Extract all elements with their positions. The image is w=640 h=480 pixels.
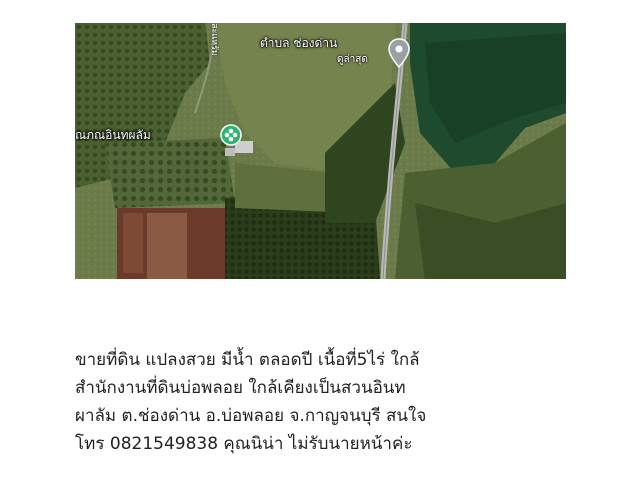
listing-line: ขายที่ดิน แปลงสวย มีน้ำ ตลอดปี เนื้อที่5… — [75, 350, 420, 370]
garden-flower-icon[interactable] — [220, 124, 242, 146]
listing-line: สำนักงานที่ดินบ่อพลอย ใกล้เคียงเป็นสวนอิ… — [75, 378, 406, 398]
listing-line: โทร 0821549838 คุณนิน่า ไม่รับนายหน้าค่ะ — [75, 434, 413, 454]
satellite-map[interactable]: สะแหรัม ตำบล ช่องด่าน ดูล่าสุด ณภณอินทผล… — [75, 23, 566, 279]
map-imagery — [75, 23, 566, 279]
location-pin-icon[interactable] — [388, 38, 410, 68]
garden-name-label: ณภณอินทผลัม — [75, 128, 151, 142]
place-sub-label: ดูล่าสุด — [337, 54, 368, 65]
post-page: สะแหรัม ตำบล ช่องด่าน ดูล่าสุด ณภณอินทผล… — [0, 0, 640, 480]
listing-description: ขายที่ดิน แปลงสวย มีน้ำ ตลอดปี เนื้อที่5… — [75, 346, 575, 458]
place-name-label: ตำบล ช่องด่าน — [260, 36, 338, 50]
listing-line: ผาลัม ต.ช่องด่าน อ.บ่อพลอย จ.กาญจนบุรี ส… — [75, 406, 427, 426]
road-label: สะแหรัม — [209, 23, 219, 56]
